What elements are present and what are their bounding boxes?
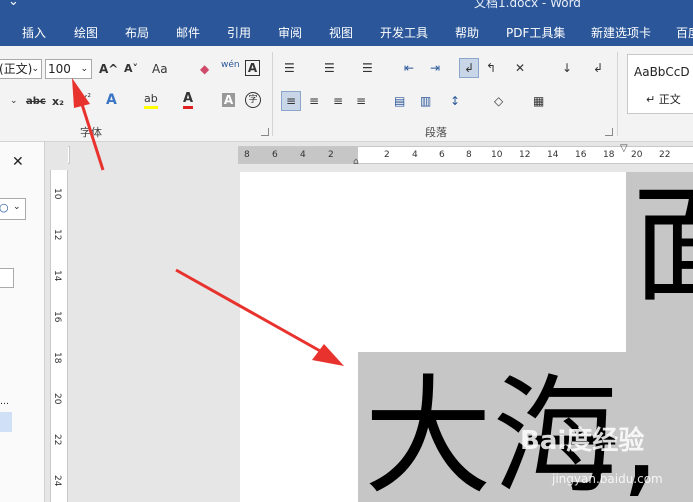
annotation-arrows <box>72 78 344 366</box>
arrow-to-selection <box>175 268 344 366</box>
arrow-to-font-size <box>72 78 105 171</box>
